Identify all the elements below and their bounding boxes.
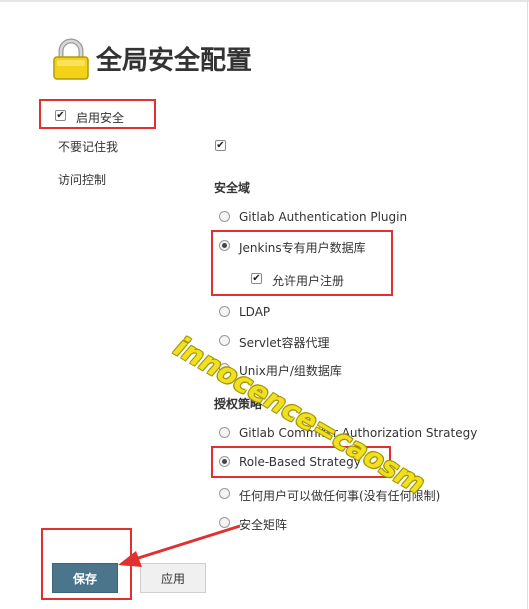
remember-me-label: 不要记住我 (58, 140, 119, 154)
allow-signup-checkbox[interactable]: ✔ (251, 273, 262, 284)
realm-label-gitlab: Gitlab Authentication Plugin (239, 210, 408, 224)
realm-label-servlet: Servlet容器代理 (239, 336, 330, 350)
enable-security-checkbox[interactable]: ✔ (55, 110, 66, 121)
realm-radio-ldap[interactable] (219, 306, 230, 317)
auth-label-matrix: 安全矩阵 (239, 518, 288, 532)
security-realm-title: 安全域 (214, 181, 251, 195)
save-button[interactable]: 保存 (52, 563, 118, 593)
access-control-label: 访问控制 (58, 173, 107, 187)
right-border (527, 0, 528, 609)
annotation-arrow (118, 524, 241, 567)
disable-remember-me-checkbox[interactable]: ✔ (215, 140, 226, 151)
realm-label-ldap: LDAP (239, 305, 271, 319)
realm-radio-jenkins[interactable] (219, 240, 230, 251)
realm-label-jenkins: Jenkins专有用户数据库 (239, 241, 366, 255)
realm-radio-servlet[interactable] (219, 335, 230, 346)
auth-radio-anyone[interactable] (219, 488, 230, 499)
enable-security-label: 启用安全 (76, 111, 125, 125)
realm-radio-gitlab[interactable] (219, 211, 230, 222)
top-border (0, 0, 529, 2)
allow-signup-label: 允许用户注册 (272, 274, 345, 288)
page-title: 全局安全配置 (96, 46, 253, 76)
auth-radio-role-based[interactable] (219, 456, 230, 467)
auth-radio-gitlab[interactable] (219, 427, 230, 438)
lock-icon (53, 38, 89, 80)
